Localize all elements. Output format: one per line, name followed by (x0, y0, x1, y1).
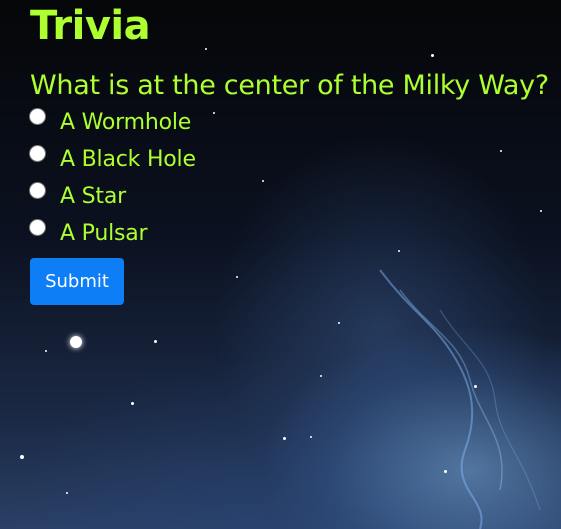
radio-wormhole[interactable] (29, 108, 46, 125)
star (283, 437, 286, 440)
star (45, 350, 47, 352)
star (20, 455, 24, 459)
answer-label-star[interactable]: A Star (60, 182, 126, 212)
star (474, 385, 477, 388)
star (444, 470, 447, 473)
answer-option-wormhole: A Wormhole (29, 108, 561, 145)
radio-pulsar[interactable] (29, 219, 46, 236)
radio-black-hole[interactable] (29, 145, 46, 162)
star (154, 340, 157, 343)
answer-option-black-hole: A Black Hole (29, 145, 561, 182)
answer-label-pulsar[interactable]: A Pulsar (60, 219, 148, 249)
star (338, 322, 340, 324)
trivia-container: Trivia What is at the center of the Milk… (29, 0, 561, 305)
answer-option-pulsar: A Pulsar (29, 219, 561, 256)
star (310, 436, 312, 438)
question-text: What is at the center of the Milky Way? (30, 70, 549, 101)
answer-label-black-hole[interactable]: A Black Hole (60, 145, 196, 175)
answer-label-wormhole[interactable]: A Wormhole (60, 108, 191, 138)
star (66, 492, 68, 494)
star (131, 402, 134, 405)
star (320, 375, 322, 377)
page-title: Trivia (30, 3, 151, 49)
star (70, 336, 82, 348)
answer-option-star: A Star (29, 182, 561, 219)
radio-star[interactable] (29, 182, 46, 199)
answer-options: A Wormhole A Black Hole A Star A Pulsar (29, 108, 561, 256)
submit-button[interactable]: Submit (30, 258, 124, 305)
